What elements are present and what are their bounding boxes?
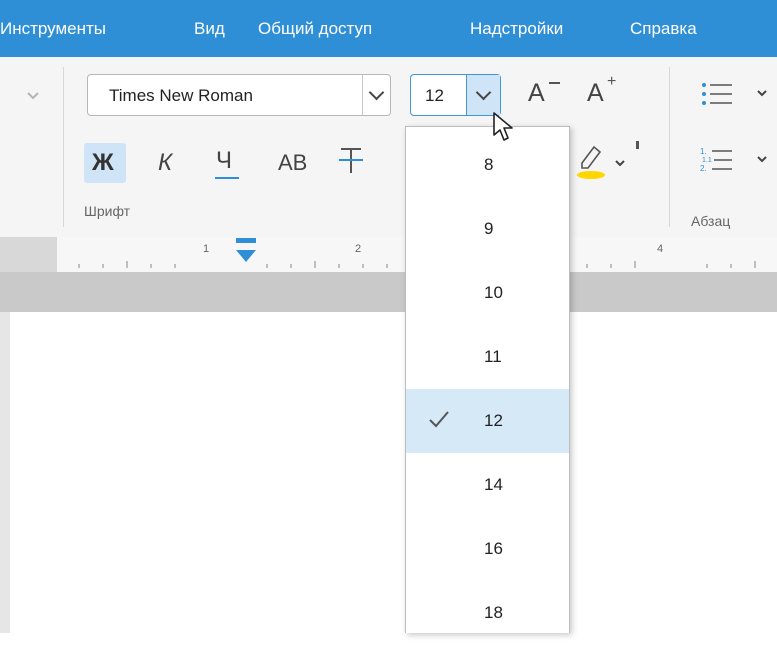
chevron-down-icon[interactable] [756, 155, 768, 165]
menu-item-addons[interactable]: Надстройки [470, 18, 563, 40]
ruler-margin [0, 237, 57, 272]
increase-font-size-label: A [587, 79, 604, 107]
font-size-dropdown-button[interactable] [466, 75, 500, 115]
font-name-value: Times New Roman [109, 86, 253, 105]
bold-button[interactable]: Ж [84, 143, 126, 183]
underline-button[interactable]: Ч [210, 143, 246, 183]
font-size-option-label: 9 [484, 219, 494, 238]
plus-icon: + [607, 73, 617, 90]
ribbon-separator [63, 67, 64, 227]
font-size-option-label: 12 [484, 411, 503, 430]
check-icon [429, 411, 449, 428]
increase-font-size-button[interactable]: A + [587, 73, 635, 113]
ribbon-toolbar: Times New Roman 12 A A + 1. 1.1 2. Ж К Ч… [0, 57, 777, 237]
ruler-number: 1 [203, 243, 210, 255]
font-size-option-label: 10 [484, 283, 503, 302]
font-size-option-label: 14 [484, 475, 503, 494]
ruler-shadow-band [0, 272, 777, 312]
numbered-list-button[interactable]: 1. 1.1 2. [700, 145, 777, 175]
italic-label: К [158, 149, 173, 176]
more-indicator [636, 141, 639, 149]
font-size-option[interactable]: 11 [406, 325, 569, 389]
list-bullets-icon [702, 83, 732, 105]
font-name-dropdown-button[interactable] [362, 75, 390, 115]
italic-button[interactable]: К [152, 143, 188, 183]
chevron-down-icon [368, 84, 385, 101]
bullet-list-button[interactable] [700, 79, 777, 109]
font-size-option-label: 18 [484, 603, 503, 622]
first-line-indent-marker[interactable] [236, 238, 256, 243]
menu-item-tools[interactable]: Инструменты [0, 18, 106, 40]
font-size-option[interactable]: 9 [406, 197, 569, 261]
paragraph-group-label: Абзац [691, 213, 731, 229]
decrease-font-size-button[interactable]: A [528, 77, 572, 113]
font-size-dropdown-list: 8 9 10 11 12 14 16 18 [405, 126, 570, 633]
ribbon-separator [669, 67, 670, 227]
font-size-option[interactable]: 14 [406, 453, 569, 517]
font-group-label: Шрифт [84, 203, 131, 219]
document-page[interactable] [10, 312, 777, 633]
font-name-combo[interactable]: Times New Roman [87, 74, 391, 116]
caps-button[interactable]: АВ [272, 143, 318, 183]
svg-text:1.: 1. [700, 147, 707, 156]
decrease-font-size-label: A [528, 79, 545, 107]
chevron-down-icon[interactable] [756, 89, 768, 99]
caps-label: АВ [278, 150, 308, 175]
highlighter-icon [577, 145, 605, 179]
menu-item-sharing[interactable]: Общий доступ [258, 18, 372, 40]
menu-item-view[interactable]: Вид [194, 18, 225, 40]
font-size-option[interactable]: 18 [406, 581, 569, 645]
font-size-option-label: 11 [484, 347, 502, 366]
chevron-down-icon [475, 84, 492, 101]
font-size-value: 12 [425, 86, 444, 105]
strikethrough-icon [339, 148, 363, 173]
font-size-option-selected[interactable]: 12 [406, 389, 569, 453]
document-area [0, 312, 777, 633]
bold-label: Ж [92, 149, 114, 176]
font-size-option[interactable]: 10 [406, 261, 569, 325]
menu-bar: Инструменты Вид Общий доступ Надстройки … [0, 0, 777, 57]
minus-icon [549, 82, 560, 84]
svg-text:1.1: 1.1 [702, 157, 712, 164]
font-size-option[interactable]: 16 [406, 517, 569, 581]
mouse-cursor-icon [493, 112, 513, 141]
menu-item-help[interactable]: Справка [630, 18, 697, 40]
chevron-down-icon[interactable] [614, 159, 626, 169]
underline-bar [215, 177, 239, 179]
font-size-option-label: 16 [484, 539, 503, 558]
horizontal-ruler[interactable]: 1 2 4 [0, 237, 777, 272]
strikethrough-button[interactable] [336, 143, 372, 183]
ruler-number: 4 [657, 243, 664, 255]
ruler-number: 2 [355, 243, 362, 255]
font-size-option-label: 8 [484, 155, 494, 174]
font-size-combo[interactable]: 12 [410, 74, 501, 116]
chevron-down-icon[interactable] [26, 91, 40, 101]
svg-text:2.: 2. [700, 164, 707, 173]
underline-label: Ч [216, 147, 232, 174]
font-size-option[interactable]: 8 [406, 133, 569, 197]
list-numbered-icon: 1. 1.1 2. [700, 147, 732, 173]
highlight-button[interactable] [574, 141, 644, 181]
